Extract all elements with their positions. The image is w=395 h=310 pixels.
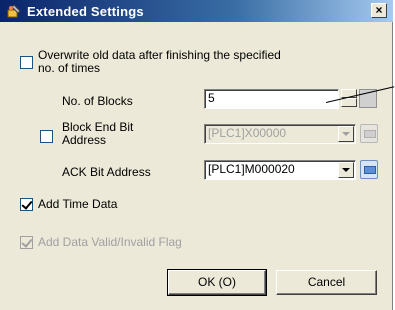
address-picker-icon[interactable] bbox=[360, 160, 378, 179]
overwrite-label-line2: no. of times bbox=[38, 61, 101, 75]
close-icon: × bbox=[375, 3, 383, 17]
arrow-down-icon[interactable] bbox=[341, 98, 357, 107]
chevron-down-icon[interactable] bbox=[338, 126, 354, 142]
ack-label: ACK Bit Address bbox=[62, 165, 151, 179]
settings-wrench-icon bbox=[7, 4, 21, 18]
blocks-input[interactable]: 5 bbox=[204, 89, 339, 109]
time-data-checkbox[interactable] bbox=[20, 198, 33, 211]
window-title: Extended Settings bbox=[27, 4, 144, 19]
chevron-down-icon[interactable] bbox=[338, 162, 354, 178]
block-end-address-combo[interactable]: [PLC1]X00000 bbox=[204, 124, 356, 144]
address-picker-icon[interactable] bbox=[360, 124, 378, 143]
valid-flag-checkbox[interactable] bbox=[20, 236, 33, 249]
ack-address-combo[interactable]: [PLC1]M000020 bbox=[204, 160, 356, 180]
title-bar[interactable]: Extended Settings × bbox=[0, 0, 393, 22]
block-end-checkbox[interactable] bbox=[40, 130, 53, 143]
valid-flag-label: Add Data Valid/Invalid Flag bbox=[38, 235, 182, 249]
cancel-button[interactable]: Cancel bbox=[276, 270, 377, 295]
time-data-label: Add Time Data bbox=[38, 197, 118, 211]
ok-button[interactable]: OK (O) bbox=[167, 269, 267, 296]
overwrite-checkbox[interactable] bbox=[20, 56, 33, 69]
extended-settings-dialog: Extended Settings × Overwrite old data a… bbox=[0, 0, 395, 310]
block-end-label-line2: Address bbox=[62, 133, 107, 147]
close-button[interactable]: × bbox=[371, 3, 387, 18]
blocks-label: No. of Blocks bbox=[62, 94, 133, 108]
